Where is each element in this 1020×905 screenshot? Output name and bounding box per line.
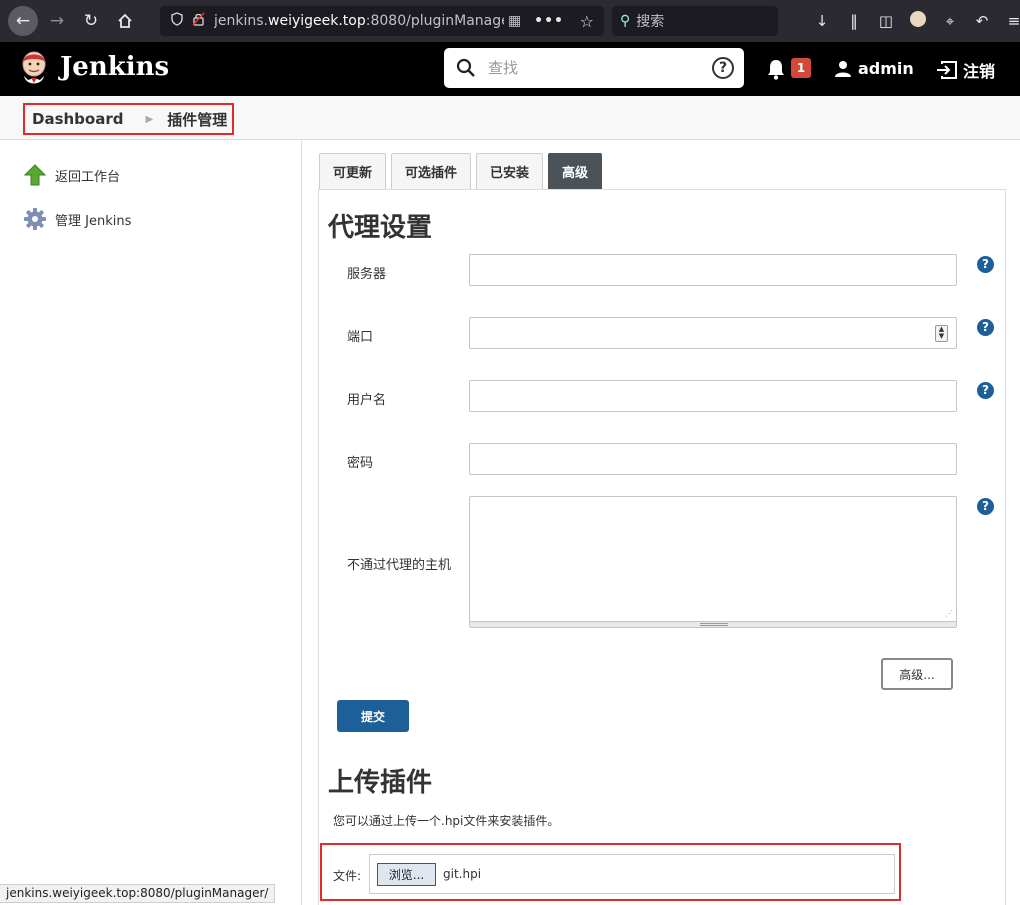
- upload-plugin-title: 上传插件: [328, 768, 433, 798]
- advanced-button[interactable]: 高级...: [881, 658, 953, 690]
- logout-label: 注销: [963, 62, 996, 81]
- library-icon[interactable]: ‖: [838, 12, 870, 30]
- up-arrow-icon: [24, 164, 46, 186]
- username-label: admin: [858, 59, 914, 78]
- selected-file-name: git.hpi: [443, 867, 482, 881]
- port-label: 端口: [347, 330, 374, 345]
- file-input[interactable]: 浏览... git.hpi: [369, 854, 895, 894]
- server-input[interactable]: [469, 254, 957, 286]
- search-icon: [456, 58, 475, 77]
- tab-advanced[interactable]: 高级: [548, 153, 603, 189]
- plugin-manager-tabs: 可更新 可选插件 已安装 高级: [319, 153, 607, 189]
- breadcrumb-separator-icon: ▶: [145, 113, 154, 125]
- notification-bell-icon[interactable]: [766, 58, 786, 80]
- file-upload-row: 文件: 浏览... git.hpi: [320, 843, 901, 901]
- breadcrumb-plugin-manager[interactable]: 插件管理: [167, 109, 227, 130]
- sidebar-item-back-to-dashboard[interactable]: 返回工作台: [24, 164, 120, 186]
- browser-toolbar: ← → ↻ jenkins.weiyigeek.top:8080/pluginM…: [0, 0, 1020, 42]
- bookmark-star-icon[interactable]: ☆: [580, 12, 594, 31]
- insecure-lock-icon[interactable]: [188, 12, 208, 30]
- home-icon[interactable]: [110, 6, 140, 36]
- file-label: 文件:: [333, 869, 362, 883]
- username-help-icon[interactable]: ?: [977, 382, 994, 399]
- username-label: 用户名: [347, 393, 387, 408]
- search-engine-icon: ⚲: [620, 13, 631, 29]
- jenkins-logo-icon[interactable]: [18, 50, 50, 88]
- shield-icon[interactable]: [166, 12, 188, 30]
- forward-arrow-icon[interactable]: →: [42, 6, 72, 36]
- sidebar-item-label: 管理 Jenkins: [55, 213, 132, 229]
- no-proxy-hosts-label: 不通过代理的主机: [347, 558, 452, 573]
- breadcrumb-bar: Dashboard ▶ 插件管理: [0, 96, 1020, 140]
- reload-icon[interactable]: ↻: [76, 6, 106, 36]
- url-text[interactable]: jenkins.weiyigeek.top:8080/pluginManager…: [214, 13, 504, 29]
- undo-icon[interactable]: ↶: [966, 12, 998, 30]
- browse-button[interactable]: 浏览...: [377, 863, 436, 886]
- jenkins-header: Jenkins ? 1 admin 注销: [0, 42, 1020, 96]
- crop-screenshot-icon[interactable]: ⌖: [934, 12, 966, 30]
- no-proxy-hosts-textarea[interactable]: ⋰: [469, 496, 957, 628]
- search-help-icon[interactable]: ?: [712, 57, 734, 79]
- menu-icon[interactable]: ≡: [998, 12, 1020, 30]
- jenkins-brand-title[interactable]: Jenkins: [60, 52, 169, 82]
- password-input[interactable]: [469, 443, 957, 475]
- breadcrumb-dashboard[interactable]: Dashboard: [32, 110, 123, 128]
- account-avatar-icon[interactable]: [902, 11, 934, 31]
- gear-icon: [24, 208, 46, 230]
- user-menu[interactable]: admin: [834, 59, 914, 78]
- side-panel: 返回工作台 管理 Jenkins: [0, 140, 302, 905]
- download-icon[interactable]: ↓: [806, 12, 838, 30]
- url-bar[interactable]: jenkins.weiyigeek.top:8080/pluginManager…: [160, 6, 604, 36]
- sidebar-item-manage-jenkins[interactable]: 管理 Jenkins: [24, 208, 131, 230]
- password-label: 密码: [347, 456, 374, 471]
- port-stepper[interactable]: ▲ ▼: [935, 325, 948, 342]
- logout-icon: [937, 61, 957, 79]
- browser-search-placeholder: 搜索: [636, 14, 665, 30]
- user-icon: [835, 60, 851, 77]
- port-help-icon[interactable]: ?: [977, 319, 994, 336]
- server-label: 服务器: [347, 267, 387, 282]
- tab-installed[interactable]: 已安装: [476, 153, 544, 189]
- notification-count-badge[interactable]: 1: [791, 58, 811, 78]
- tab-available[interactable]: 可选插件: [391, 153, 472, 189]
- jenkins-search-input[interactable]: [488, 59, 698, 77]
- jenkins-search-box: ?: [444, 48, 744, 88]
- port-input[interactable]: ▲ ▼: [469, 317, 957, 349]
- resize-handle-icon[interactable]: ⋰: [945, 609, 953, 618]
- browser-tool-icons: ↓ ‖ ◫ ⌖ ↶ ≡: [806, 6, 1020, 36]
- server-help-icon[interactable]: ?: [977, 256, 994, 273]
- no-proxy-hosts-help-icon[interactable]: ?: [977, 498, 994, 515]
- breadcrumb: Dashboard ▶ 插件管理: [23, 103, 234, 135]
- textarea-expand-grip[interactable]: [470, 621, 956, 627]
- sidebar-icon[interactable]: ◫: [870, 12, 902, 30]
- logout-link[interactable]: 注销: [936, 58, 995, 82]
- page-actions-menu[interactable]: •••: [534, 13, 564, 29]
- status-bar-link-preview: jenkins.weiyigeek.top:8080/pluginManager…: [0, 884, 276, 903]
- tab-updates[interactable]: 可更新: [319, 153, 387, 189]
- proxy-settings-title: 代理设置: [328, 213, 433, 243]
- submit-button[interactable]: 提交: [337, 700, 409, 732]
- sidebar-item-label: 返回工作台: [55, 169, 121, 185]
- username-input[interactable]: [469, 380, 957, 412]
- back-arrow-icon[interactable]: ←: [8, 6, 38, 36]
- upload-description: 您可以通过上传一个.hpi文件来安装插件。: [333, 814, 560, 828]
- qr-code-icon[interactable]: ▦: [508, 13, 521, 29]
- browser-search-box[interactable]: ⚲ 搜索: [612, 6, 778, 36]
